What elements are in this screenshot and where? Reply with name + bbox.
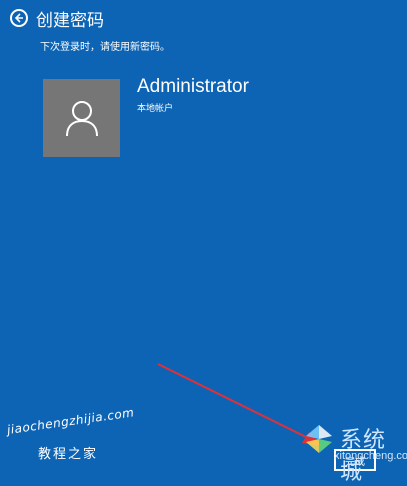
watermark-left-name: 教程之家 <box>38 447 99 462</box>
windows-logo-icon <box>306 425 332 453</box>
watermark-left: jiaochengzhijia.com 教程之家 <box>6 405 136 462</box>
watermark-right-site: xitongcheng.com <box>334 450 407 462</box>
watermark-right: 系统城 xitongcheng.com <box>300 420 407 485</box>
annotation-arrow <box>157 363 322 446</box>
